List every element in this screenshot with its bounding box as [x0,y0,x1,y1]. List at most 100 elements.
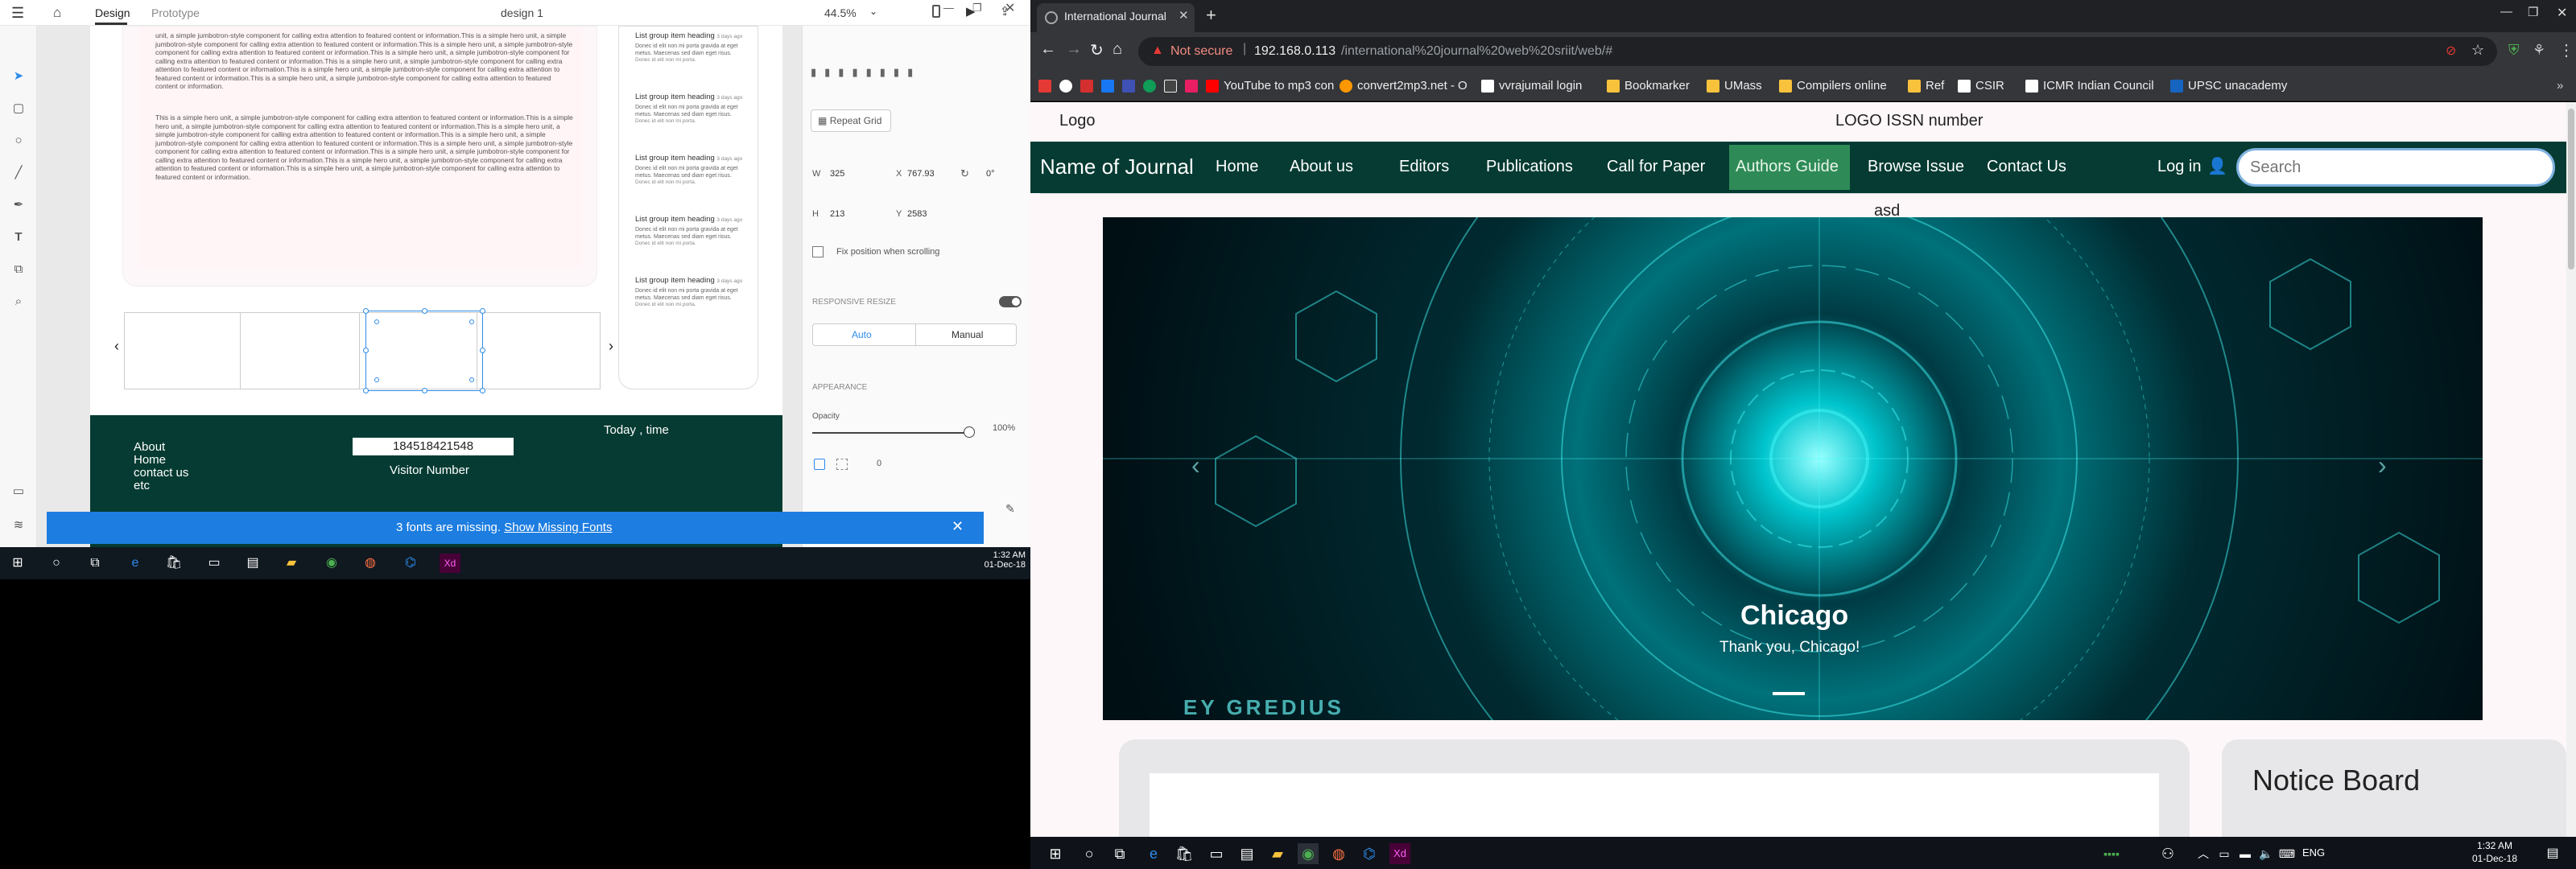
file-explorer-icon[interactable]: ▰ [282,554,301,573]
footer-link-about[interactable]: About [134,441,188,454]
footer-link-etc[interactable]: etc [134,480,188,492]
task-view-icon[interactable]: ⧉ [1109,843,1130,864]
repeat-grid[interactable] [124,312,601,389]
radius-value[interactable]: 0 [877,459,881,468]
jumbotron-card[interactable]: unit, a simple jumbotron-style component… [122,26,597,286]
login-link[interactable]: Log in [2157,158,2202,176]
edge-icon[interactable]: e [1143,843,1164,864]
artboard-tool-icon[interactable]: ⧉ [10,261,27,278]
people-icon[interactable]: ⚇ [2157,843,2178,864]
network-icon[interactable]: ▭ [2214,843,2235,864]
device-preview-icon[interactable] [932,5,940,18]
new-tab-icon[interactable]: + [1206,5,1216,26]
nav-home[interactable]: Home [1216,158,1258,176]
slider-prev-icon[interactable]: ‹ [114,338,119,355]
bookmark-icmr[interactable]: ICMR Indian Council [2025,78,2154,94]
file-explorer-icon[interactable]: ▰ [1267,843,1288,864]
resize-handle[interactable] [363,348,369,353]
firefox-icon[interactable]: ◍ [361,554,380,573]
rectangle-tool-icon[interactable]: ▢ [10,100,27,117]
bookmark-item[interactable] [1143,78,1161,94]
notifications-icon[interactable]: ▤ [2542,843,2563,864]
list-item[interactable]: List group item heading 3 days ago Donec … [635,154,745,185]
footer-link-home[interactable]: Home [134,454,188,467]
bookmark-item[interactable] [1038,78,1056,94]
selected-grid-cell[interactable] [363,308,485,393]
list-item[interactable]: List group item heading 3 days ago Donec … [635,93,745,124]
menu-icon[interactable]: ⋮ [2558,40,2574,60]
nav-editors[interactable]: Editors [1399,158,1449,176]
carousel-next-icon[interactable]: › [2378,451,2387,480]
battery-icon[interactable]: ▬ [2235,843,2256,864]
select-tool-icon[interactable]: ➤ [10,68,27,85]
restore-icon[interactable]: ❐ [972,2,982,14]
list-item[interactable]: List group item heading 3 days ago Donec … [635,276,745,307]
bookmark-csir[interactable]: CSIR [1958,78,2004,94]
bookmark-item[interactable] [1101,78,1119,94]
store-icon[interactable]: 🛍 [164,554,184,573]
tray-chevron-icon[interactable]: ︿ [2193,843,2214,864]
app-icon[interactable]: ▤ [243,554,262,573]
x-field[interactable]: 767.93 [907,169,935,179]
opacity-slider-thumb[interactable] [964,426,975,438]
home-icon[interactable]: ⌂ [1113,40,1122,59]
cortana-icon[interactable]: ○ [47,554,66,573]
star-icon[interactable]: ☆ [2471,42,2484,59]
restore-icon[interactable]: ❐ [2528,5,2538,19]
line-tool-icon[interactable]: ╱ [10,164,27,182]
nav-contact[interactable]: Contact Us [1987,158,2066,176]
individual-radius-icon[interactable] [836,459,848,470]
bookmark-ref[interactable]: Ref [1908,78,1944,94]
h-field[interactable]: 213 [830,209,844,219]
vscode-icon[interactable]: ⌬ [1359,843,1380,864]
grid-cell[interactable] [242,313,360,389]
ellipse-tool-icon[interactable]: ○ [10,132,27,150]
show-missing-fonts-link[interactable]: Show Missing Fonts [504,521,612,534]
tab-design[interactable]: Design [95,6,130,19]
resize-handle[interactable] [422,388,427,393]
minimize-icon[interactable]: — [2500,5,2512,19]
radius-handle[interactable] [374,377,379,382]
resize-handle[interactable] [480,348,485,353]
forward-icon[interactable]: → [1066,40,1082,59]
resize-auto-button[interactable]: Auto [852,329,872,340]
bookmark-item[interactable] [1080,78,1098,94]
nav-authors-guide[interactable]: Authors Guide [1736,158,1839,176]
radius-handle[interactable] [469,377,474,382]
address-bar[interactable]: ▲ Not secure | 192.168.0.113 /internatio… [1138,37,2497,66]
bookmark-item[interactable] [1185,78,1203,94]
bookmark-compilers[interactable]: Compilers online [1779,78,1887,94]
list-group[interactable]: List group item heading 3 days ago Donec … [618,26,758,389]
tab-prototype[interactable]: Prototype [151,6,200,19]
nav-publications[interactable]: Publications [1486,158,1573,176]
radius-handle[interactable] [374,319,379,324]
vscode-icon[interactable]: ⌬ [401,554,420,573]
responsive-toggle[interactable] [999,296,1022,307]
volume-icon[interactable]: 🔈 [2256,843,2277,864]
close-icon[interactable]: ✕ [2557,5,2567,21]
opacity-slider[interactable] [812,432,967,434]
bookmark-umass[interactable]: UMass [1707,78,1762,94]
fix-position-checkbox[interactable] [812,246,824,257]
radius-handle[interactable] [469,319,474,324]
assets-icon[interactable]: ▭ [10,483,27,500]
blocked-icon[interactable]: ⊘ [2446,43,2456,59]
slider-next-icon[interactable]: › [609,338,613,355]
page-scrollbar[interactable] [2566,102,2576,841]
security-label[interactable]: Not secure [1170,44,1232,59]
list-item[interactable]: List group item heading 3 days ago Donec … [635,31,745,63]
app-icon[interactable]: ▤ [1236,843,1257,864]
back-icon[interactable]: ← [1040,40,1056,59]
align-tools[interactable]: ▮▮▮▮▮▮▮▮ [811,66,1022,82]
nav-call-for-paper[interactable]: Call for Paper [1607,158,1705,176]
brand[interactable]: Name of Journal [1040,154,1194,179]
reload-icon[interactable]: ↻ [1090,40,1104,60]
banner-close-icon[interactable]: ✕ [952,518,964,535]
bookmarks-overflow-icon[interactable]: » [2557,78,2563,94]
y-field[interactable]: 2583 [907,209,927,219]
zoom-select[interactable]: 44.5% [824,6,857,19]
resize-handle[interactable] [422,308,427,314]
bookmark-item[interactable] [1059,78,1077,94]
scrollbar-thumb[interactable] [2568,109,2574,270]
grid-cell[interactable] [125,313,241,389]
